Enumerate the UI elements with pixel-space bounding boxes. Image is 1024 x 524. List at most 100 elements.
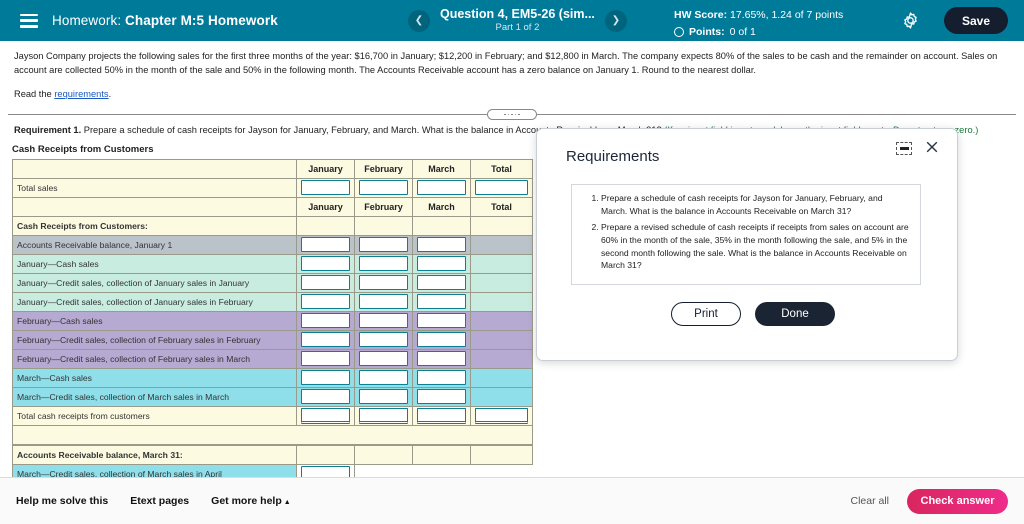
input-field[interactable] <box>359 370 408 386</box>
input-field[interactable] <box>359 294 408 310</box>
cell-february[interactable] <box>354 329 413 350</box>
cell-march[interactable] <box>412 348 471 369</box>
table-row-header-2: January February March Total <box>12 196 533 217</box>
assignment-title: Chapter M:5 Homework <box>125 13 278 28</box>
cell-february[interactable] <box>354 386 413 407</box>
cell-january[interactable] <box>296 367 355 388</box>
input-field[interactable] <box>301 389 350 405</box>
row-label: Total cash receipts from customers <box>12 405 297 426</box>
input-field[interactable] <box>301 370 350 386</box>
input-field[interactable] <box>417 256 466 272</box>
input-field[interactable] <box>417 389 466 405</box>
input-field[interactable] <box>359 389 408 405</box>
input-field[interactable] <box>359 351 408 367</box>
check-answer-button[interactable]: Check answer <box>907 488 1008 514</box>
input-field[interactable] <box>475 407 528 424</box>
cell-march <box>412 215 471 236</box>
input-field[interactable] <box>359 275 408 291</box>
cell-january <box>296 215 355 236</box>
cell-march[interactable] <box>412 234 471 255</box>
input-field[interactable] <box>417 275 466 291</box>
input-field[interactable] <box>417 332 466 348</box>
input-field[interactable] <box>359 256 408 272</box>
cell-february[interactable] <box>354 367 413 388</box>
table-row-feb-cash-sales: February—Cash sales <box>12 310 533 331</box>
cell-february[interactable] <box>354 177 413 198</box>
cell-march[interactable] <box>412 367 471 388</box>
cell-february[interactable] <box>354 348 413 369</box>
input-field[interactable] <box>475 180 528 196</box>
input-field[interactable] <box>301 313 350 329</box>
input-field[interactable] <box>301 180 350 196</box>
input-field[interactable] <box>359 237 408 253</box>
row-label: Cash Receipts from Customers: <box>12 215 297 236</box>
cell-march[interactable] <box>412 253 471 274</box>
cell-january[interactable] <box>296 348 355 369</box>
splitter-drag-handle[interactable] <box>487 108 537 120</box>
input-field[interactable] <box>417 294 466 310</box>
cell-february[interactable] <box>354 291 413 312</box>
cell-march[interactable] <box>412 272 471 293</box>
cell-total[interactable] <box>470 405 533 426</box>
cell-february[interactable] <box>354 272 413 293</box>
problem-paragraph: Jayson Company projects the following sa… <box>14 51 998 75</box>
get-more-help-button[interactable]: Get more help ▲ <box>211 495 291 507</box>
points-status-icon <box>674 27 684 38</box>
input-field[interactable] <box>359 332 408 348</box>
input-field[interactable] <box>359 180 408 196</box>
minimize-icon[interactable] <box>896 142 912 155</box>
cell-total[interactable] <box>470 177 533 198</box>
cell-february[interactable] <box>354 234 413 255</box>
input-field[interactable] <box>359 313 408 329</box>
save-button[interactable]: Save <box>944 7 1008 34</box>
cell-march[interactable] <box>412 329 471 350</box>
cash-receipts-worksheet: Cash Receipts from Customers January Feb… <box>12 144 533 445</box>
cell-march[interactable] <box>412 386 471 407</box>
input-field[interactable] <box>301 332 350 348</box>
print-button[interactable]: Print <box>671 302 741 326</box>
clear-all-button[interactable]: Clear all <box>850 495 889 507</box>
chevron-left-icon[interactable]: ❮ <box>408 9 430 32</box>
cell-january[interactable] <box>296 386 355 407</box>
cell-january[interactable] <box>296 329 355 350</box>
cell-january[interactable] <box>296 253 355 274</box>
input-field[interactable] <box>301 407 350 424</box>
cell-january[interactable] <box>296 177 355 198</box>
row-label: February—Credit sales, collection of Feb… <box>12 348 297 369</box>
cell-january[interactable] <box>296 272 355 293</box>
gear-icon[interactable] <box>901 11 920 30</box>
cell-march[interactable] <box>412 310 471 331</box>
input-field[interactable] <box>301 275 350 291</box>
input-field[interactable] <box>301 351 350 367</box>
cell-march[interactable] <box>412 405 471 426</box>
input-field[interactable] <box>301 237 350 253</box>
input-field[interactable] <box>301 294 350 310</box>
etext-pages-button[interactable]: Etext pages <box>130 495 189 507</box>
cell-march[interactable] <box>412 177 471 198</box>
input-field[interactable] <box>417 351 466 367</box>
cell-january[interactable] <box>296 291 355 312</box>
cell-march[interactable] <box>412 291 471 312</box>
row-label: January—Credit sales, collection of Janu… <box>12 291 297 312</box>
cell-january[interactable] <box>296 310 355 331</box>
input-field[interactable] <box>417 237 466 253</box>
cell-february[interactable] <box>354 310 413 331</box>
done-button[interactable]: Done <box>755 302 835 326</box>
input-field[interactable] <box>417 180 466 196</box>
hamburger-icon[interactable] <box>20 13 38 28</box>
table-row-feb-credit-in-feb: February—Credit sales, collection of Feb… <box>12 329 533 350</box>
cell-total <box>470 234 533 255</box>
input-field[interactable] <box>417 370 466 386</box>
input-field[interactable] <box>359 407 408 424</box>
cell-january[interactable] <box>296 234 355 255</box>
close-icon[interactable] <box>924 139 940 155</box>
requirements-link[interactable]: requirements <box>54 89 108 99</box>
input-field[interactable] <box>417 313 466 329</box>
help-me-solve-this-button[interactable]: Help me solve this <box>16 495 108 507</box>
input-field[interactable] <box>301 256 350 272</box>
cell-february[interactable] <box>354 405 413 426</box>
input-field[interactable] <box>417 407 466 424</box>
chevron-right-icon[interactable]: ❯ <box>604 9 627 32</box>
cell-february[interactable] <box>354 253 413 274</box>
cell-january[interactable] <box>296 405 355 426</box>
